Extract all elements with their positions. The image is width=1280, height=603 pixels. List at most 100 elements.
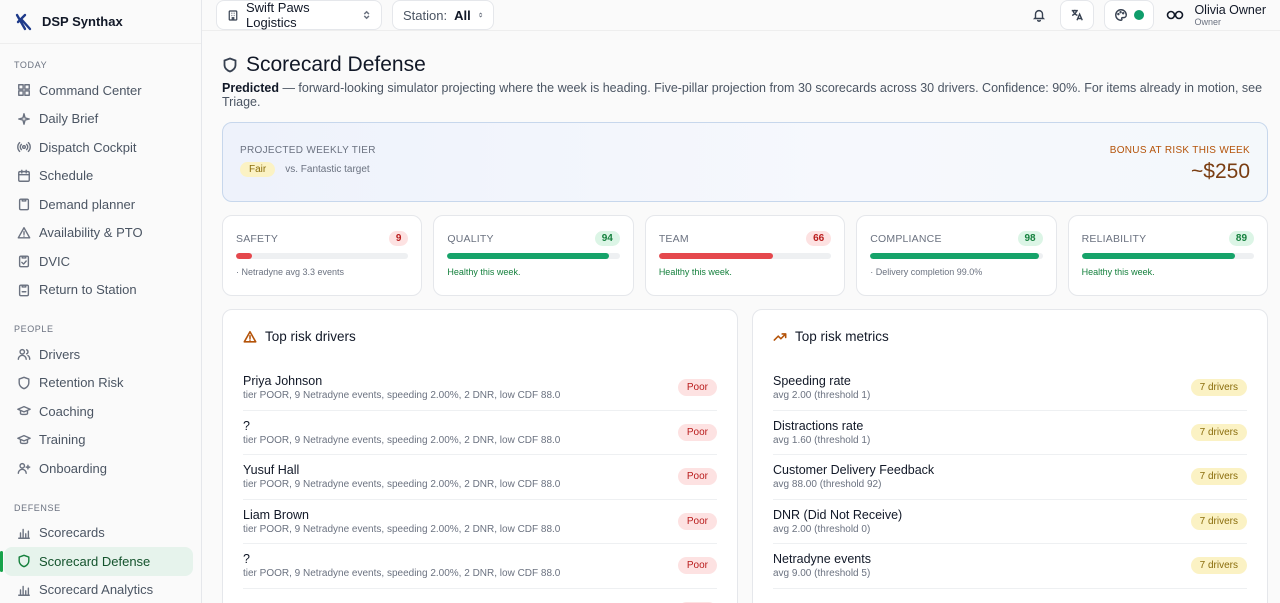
radio-icon (17, 142, 31, 153)
sidebar-item-label: Dispatch Cockpit (39, 139, 137, 155)
driver-row[interactable]: ? tier POOR, 9 Netradyne events, speedin… (243, 544, 717, 589)
sidebar-item-label: Return to Station (39, 282, 137, 298)
pillar-name: TEAM (658, 232, 689, 245)
pillar-score: 66 (806, 231, 832, 246)
sidebar-item-scorecard-defense[interactable]: Scorecard Defense (0, 547, 193, 576)
driver-row[interactable]: Priya Johnson tier POOR, 9 Netradyne eve… (243, 366, 717, 411)
row-title: Liam Brown (243, 507, 309, 522)
shield-icon (18, 376, 30, 390)
pillar-card-team[interactable]: TEAM 66 Healthy this week. (644, 215, 846, 296)
tier-target: vs. Fantastic target (285, 164, 370, 175)
driver-row[interactable]: ? tier POOR, 9 Netradyne events, speedin… (243, 411, 717, 455)
metric-row[interactable]: Netradyne events avg 9.00 (threshold 5) … (773, 544, 1247, 589)
sidebar-item-label: Scorecards (39, 525, 105, 541)
station-label: Station: (403, 7, 448, 23)
sidebar-item-availability-pto[interactable]: Availability & PTO (0, 219, 193, 248)
pillar-name: SAFETY (236, 232, 279, 245)
palette-icon (1115, 9, 1128, 21)
metric-row[interactable]: DNR (Did Not Receive) avg 2.00 (threshol… (773, 500, 1247, 544)
station-select[interactable]: Station: All (392, 0, 494, 30)
row-title: Distractions rate (773, 418, 864, 433)
sidebar-item-daily-brief[interactable]: Daily Brief (0, 105, 193, 134)
sidebar-item-schedule[interactable]: Schedule (0, 162, 193, 191)
pillar-card-safety[interactable]: SAFETY 9 · Netradyne avg 3.3 events (222, 215, 423, 296)
pillar-card-reliability[interactable]: RELIABILITY 89 Healthy this week. (1067, 215, 1269, 296)
row-badge: 7 drivers (1190, 423, 1247, 441)
sidebar-item-return-to-station[interactable]: Return to Station (0, 276, 193, 305)
sidebar-item-demand-planner[interactable]: Demand planner (0, 190, 193, 219)
sidebar-item-command-center[interactable]: Command Center (0, 76, 193, 105)
organization-select[interactable]: Swift Paws Logistics (216, 0, 382, 30)
calendar-icon (18, 169, 30, 182)
sidebar-nav: TODAY Command Center Daily Brief Dispatch C… (0, 44, 201, 603)
row-badge: Poor (677, 557, 717, 575)
pillar-progress-fill (658, 253, 773, 259)
sidebar-item-dvic[interactable]: DVIC (0, 247, 193, 276)
bonus-label: BONUS AT RISK THIS WEEK (1109, 145, 1250, 156)
pillar-name: RELIABILITY (1081, 232, 1147, 245)
row-badge: 7 drivers (1190, 557, 1247, 575)
sidebar-item-label: Demand planner (39, 196, 136, 212)
driver-row[interactable]: Liam Brown tier POOR, 9 Netradyne events… (243, 500, 717, 544)
pillar-progress-fill (870, 253, 1040, 259)
sidebar-item-coaching[interactable]: Coaching (0, 397, 193, 426)
notifications-button[interactable] (1022, 0, 1056, 30)
status-dot (1134, 10, 1145, 20)
shield-icon (223, 57, 237, 73)
metric-row[interactable]: Customer Delivery Feedback avg 88.00 (th… (773, 455, 1247, 500)
sidebar-item-dispatch-cockpit[interactable]: Dispatch Cockpit (0, 133, 193, 162)
pillar-score: 98 (1017, 231, 1043, 246)
graduation-cap-icon (17, 406, 31, 416)
metric-row[interactable]: Distractions rate avg 1.60 (threshold 1)… (773, 411, 1247, 455)
brand-name: DSP Synthax (42, 14, 123, 29)
sidebar-item-label: Daily Brief (39, 111, 99, 127)
row-detail: tier POOR, 9 Netradyne events, speeding … (243, 568, 561, 580)
pillar-card-quality[interactable]: QUALITY 94 Healthy this week. (433, 215, 634, 296)
row-title: Netradyne events (773, 552, 871, 567)
warning-icon (243, 330, 257, 343)
pillar-progress-bar (447, 253, 620, 259)
row-badge: 7 drivers (1190, 512, 1247, 530)
sidebar-item-label: Schedule (39, 168, 94, 184)
page-content: Scorecard Defense Predicted — forward-lo… (202, 31, 1280, 603)
pillar-score: 94 (594, 231, 620, 246)
brand[interactable]: DSP Synthax (0, 0, 201, 44)
sidebar-item-label: Scorecard Analytics (39, 582, 154, 598)
sidebar-item-retention-risk[interactable]: Retention Risk (0, 369, 193, 398)
sidebar-item-scorecard-analytics[interactable]: Scorecard Analytics (0, 576, 193, 603)
row-title: ? (243, 552, 250, 567)
page-subtitle: Predicted — forward-looking simulator pr… (222, 81, 1268, 109)
sidebar-item-label: Scorecard Defense (39, 553, 151, 569)
pillar-score: 9 (388, 231, 409, 246)
graduation-cap-icon (17, 434, 31, 444)
bar-chart-icon (18, 528, 30, 539)
risk-panels: Top risk drivers Priya Johnson tier POOR… (222, 309, 1268, 603)
sidebar-item-training[interactable]: Training (0, 426, 193, 455)
sidebar: DSP Synthax TODAY Command Center Daily Bri… (0, 0, 202, 603)
driver-row[interactable]: Yusuf Hall tier POOR, 9 Netradyne events… (243, 455, 717, 500)
warning-icon (17, 226, 31, 239)
pillar-name: COMPLIANCE (870, 232, 942, 245)
pillar-note: · Netradyne avg 3.3 events (236, 267, 345, 277)
sidebar-item-label: Training (39, 432, 86, 448)
user-menu[interactable]: Olivia Owner Owner (1166, 3, 1266, 27)
bell-icon (1033, 9, 1046, 22)
pillar-card-compliance[interactable]: COMPLIANCE 98 · Delivery completion 99.0… (856, 215, 1057, 296)
row-detail: tier POOR, 9 Netradyne events, speeding … (243, 390, 561, 402)
row-title: Speeding rate (773, 374, 851, 389)
driver-row[interactable]: Andre Moore Poor (243, 589, 717, 603)
sidebar-item-onboarding[interactable]: Onboarding (0, 454, 193, 483)
row-title: DNR (Did Not Receive) (773, 507, 903, 522)
building-icon (228, 9, 238, 21)
theme-button[interactable] (1104, 0, 1155, 30)
row-detail: tier POOR, 9 Netradyne events, speeding … (243, 479, 561, 491)
sidebar-item-label: Coaching (39, 403, 94, 419)
sidebar-item-drivers[interactable]: Drivers (0, 340, 193, 369)
logo-icon (15, 13, 32, 30)
sidebar-item-scorecards[interactable]: Scorecards (0, 519, 193, 548)
metric-row[interactable]: Speeding rate avg 2.00 (threshold 1) 7 d… (773, 366, 1247, 411)
pillar-progress-fill (236, 253, 252, 259)
pillar-progress-bar (658, 253, 832, 259)
pillar-progress-fill (1081, 253, 1236, 259)
language-button[interactable] (1060, 0, 1095, 30)
